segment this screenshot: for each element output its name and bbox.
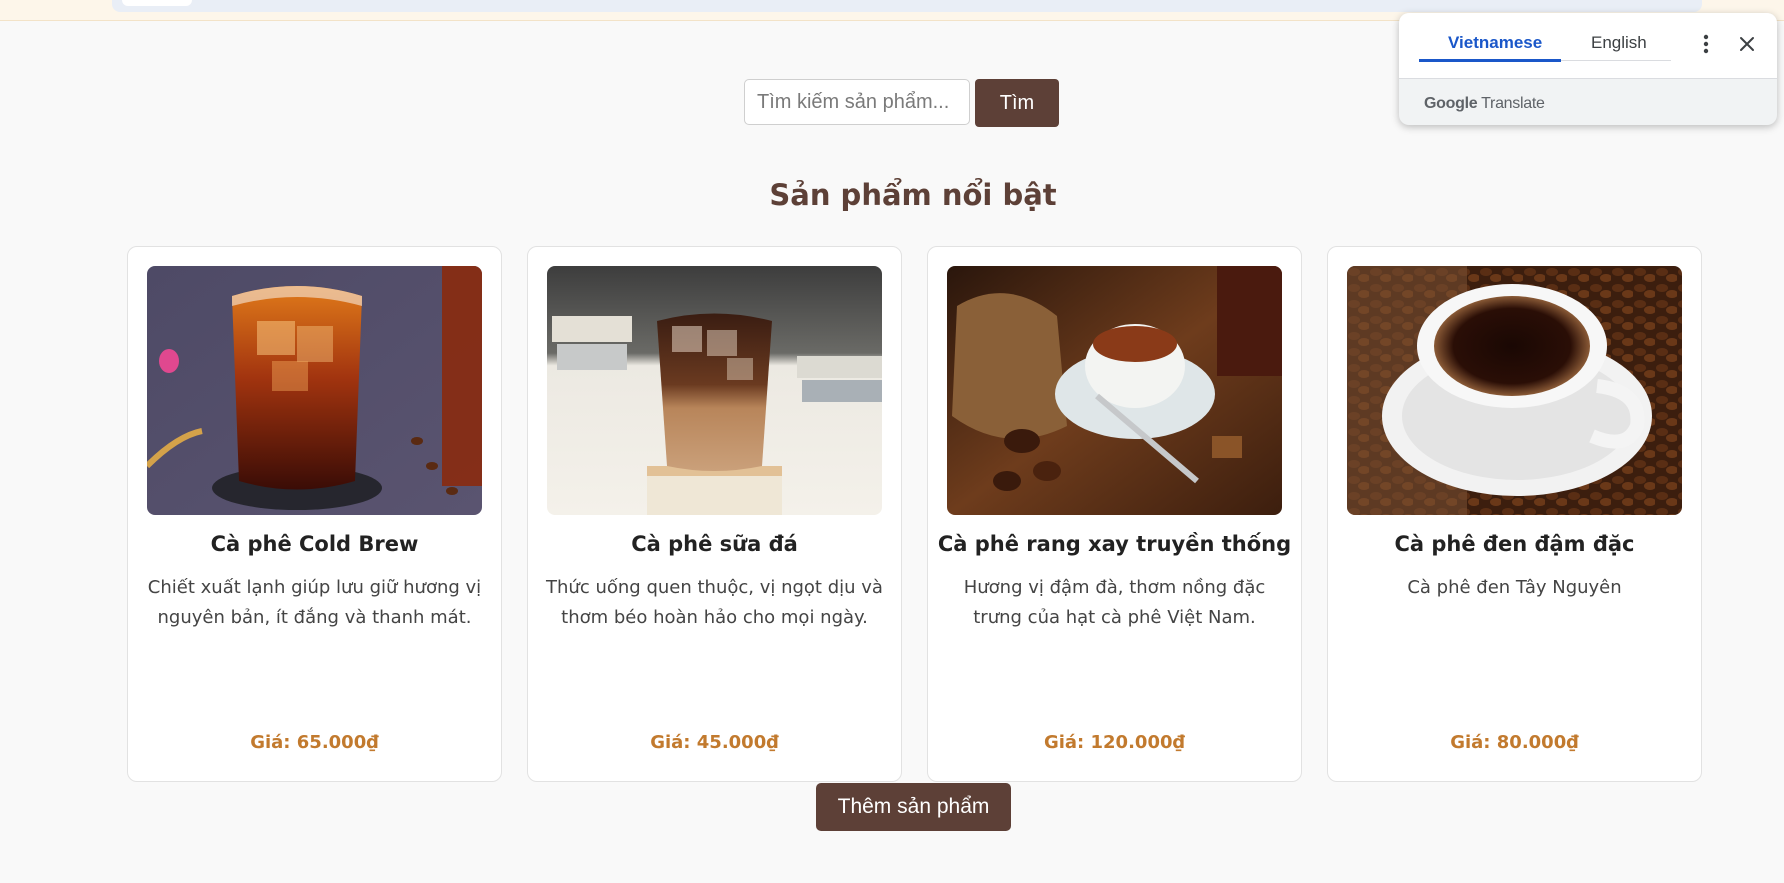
featured-products-title: Sản phẩm nổi bật [769,178,1057,212]
add-product-button[interactable]: Thêm sản phẩm [816,783,1011,831]
address-bar-chip[interactable] [122,0,192,6]
more-options-icon[interactable] [1696,31,1716,57]
product-name[interactable]: Cà phê Cold Brew [128,532,501,556]
product-price: Giá: 65.000₫ [250,732,379,753]
product-card[interactable]: Cà phê sữa đá Thức uống quen thuộc, vị n… [527,246,902,782]
product-name[interactable]: Cà phê rang xay truyền thống [928,532,1301,556]
active-tab-indicator [1419,59,1561,62]
product-description: Hương vị đậm đà, thơm nồng đặc trưng của… [963,577,1266,628]
google-translate-logo: Google Translate [1424,95,1545,113]
product-price: Giá: 80.000₫ [1450,732,1579,753]
product-name[interactable]: Cà phê đen đậm đặc [1328,532,1701,556]
search-input[interactable] [744,79,970,125]
product-card[interactable]: Cà phê đen đậm đặc Cà phê đen Tây Nguyên… [1327,246,1702,782]
product-name[interactable]: Cà phê sữa đá [528,532,901,556]
product-card[interactable]: Cà phê Cold Brew Chiết xuất lạnh giúp lư… [127,246,502,782]
translate-popup-header: Vietnamese English [1399,13,1777,79]
product-image-traditional-roast [947,266,1282,515]
address-bar[interactable] [112,0,1702,12]
translate-wordmark: Translate [1481,95,1545,112]
search-button[interactable]: Tìm [975,79,1059,127]
tab-english[interactable]: English [1591,33,1647,53]
tab-vietnamese[interactable]: Vietnamese [1448,33,1542,53]
product-description: Thức uống quen thuộc, vị ngọt dịu và thơ… [546,577,883,628]
search-form: Tìm [744,79,1059,127]
product-image-cold-brew [147,266,482,515]
product-description: Cà phê đen Tây Nguyên [1407,577,1622,598]
product-image-strong-black-coffee [1347,266,1682,515]
product-image-iced-milk-coffee [547,266,882,515]
product-price: Giá: 120.000₫ [1043,732,1186,753]
product-price: Giá: 45.000₫ [650,732,779,753]
product-description: Chiết xuất lạnh giúp lưu giữ hương vị ng… [147,577,482,628]
product-card[interactable]: Cà phê rang xay truyền thống Hương vị đậ… [927,246,1302,782]
google-wordmark: Google [1424,95,1478,112]
close-icon[interactable] [1736,33,1758,55]
google-translate-popup: Vietnamese English Google Translate [1399,13,1777,125]
